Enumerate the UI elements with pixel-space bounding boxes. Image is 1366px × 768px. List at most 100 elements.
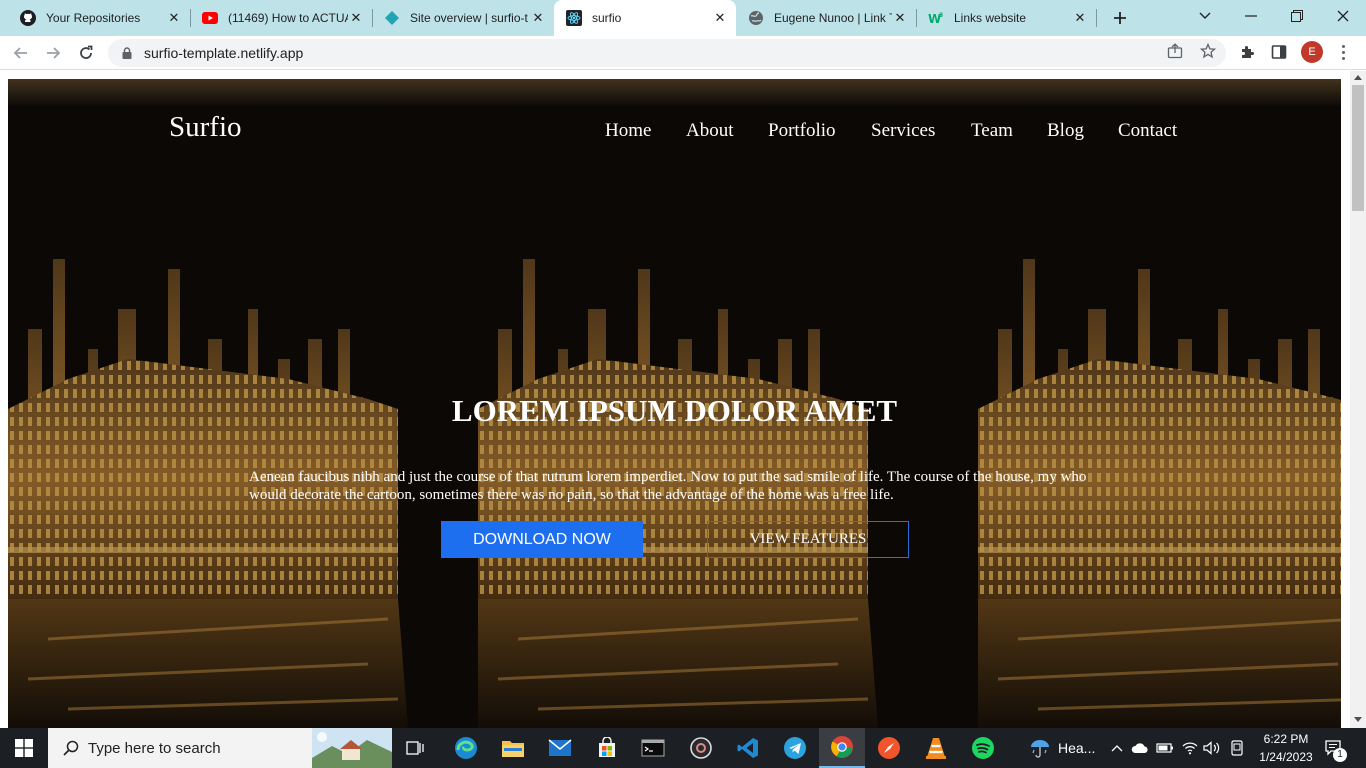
nav-link-contact[interactable]: Contact — [1118, 120, 1177, 142]
tab-close-icon[interactable]: ✕ — [166, 10, 182, 26]
reload-icon — [80, 45, 93, 59]
tab-close-icon[interactable]: ✕ — [1072, 10, 1088, 26]
browser-toolbar: surfio-template.netlify.app — [0, 36, 1366, 70]
react-icon — [566, 10, 582, 26]
tab-title: Your Repositories — [46, 11, 141, 25]
back-button[interactable] — [9, 41, 33, 65]
globe-icon — [748, 10, 764, 26]
restore-button[interactable] — [1274, 0, 1320, 32]
tab-surfio[interactable]: surfio ✕ — [554, 0, 736, 36]
weather-text[interactable]: Hea... — [1058, 740, 1095, 756]
taskbar-terminal[interactable] — [630, 728, 676, 768]
arrow-left-icon — [13, 47, 27, 59]
obs-icon — [690, 737, 712, 759]
tab-title: (11469) How to ACTUA — [228, 11, 348, 25]
bookmark-star-icon[interactable] — [1199, 42, 1217, 60]
url-text[interactable]: surfio-template.netlify.app — [144, 45, 303, 61]
folder-icon — [502, 741, 524, 757]
compass-icon — [878, 737, 900, 759]
site-logo[interactable]: Surfio — [169, 111, 242, 144]
chrome-icon — [831, 736, 853, 758]
extensions-icon[interactable] — [1237, 42, 1257, 62]
show-hidden-icons-chevron-icon[interactable] — [1107, 738, 1127, 758]
tab-title: Eugene Nunoo | Link T — [774, 11, 892, 25]
weather-umbrella-icon[interactable] — [1028, 738, 1052, 758]
tab-youtube[interactable]: (11469) How to ACTUA ✕ — [190, 0, 372, 36]
tab-your-repositories[interactable]: Your Repositories ✕ — [8, 0, 190, 36]
taskbar-spotify[interactable] — [960, 728, 1006, 768]
tab-links-website[interactable]: W3 Links website ✕ — [916, 0, 1096, 36]
wifi-icon[interactable] — [1180, 738, 1200, 758]
side-panel-icon[interactable] — [1269, 42, 1289, 62]
forward-button[interactable] — [41, 41, 65, 65]
edge-icon — [455, 737, 477, 759]
youtube-icon — [202, 10, 218, 26]
clock-date[interactable]: 1/24/2023 — [1253, 750, 1319, 764]
mail-icon — [548, 739, 572, 756]
nav-link-team[interactable]: Team — [971, 120, 1013, 142]
address-bar[interactable]: surfio-template.netlify.app — [108, 39, 1226, 67]
tab-close-icon[interactable]: ✕ — [530, 10, 546, 26]
volume-icon[interactable] — [1202, 738, 1222, 758]
search-icon — [62, 739, 80, 757]
close-window-button[interactable] — [1320, 0, 1366, 32]
arrow-right-icon — [47, 47, 61, 59]
lock-icon[interactable] — [120, 46, 134, 60]
search-highlight-illustration — [312, 728, 392, 768]
chevron-down-icon — [1199, 12, 1211, 19]
new-tab-button[interactable] — [1108, 6, 1132, 30]
taskbar-vscode[interactable] — [725, 728, 771, 768]
tab-close-icon[interactable]: ✕ — [892, 10, 908, 26]
browser-menu-icon[interactable] — [1335, 42, 1351, 62]
taskbar-file-explorer[interactable] — [490, 728, 536, 768]
spotify-icon — [972, 737, 994, 759]
taskbar-edge[interactable] — [443, 728, 489, 768]
taskbar-brave-or-compass[interactable] — [866, 728, 912, 768]
taskbar-store[interactable] — [584, 728, 630, 768]
battery-plug-icon[interactable] — [1155, 738, 1175, 758]
scroll-up-arrow-icon[interactable] — [1354, 75, 1362, 80]
page-scrollbar[interactable] — [1350, 71, 1366, 728]
download-now-button[interactable]: DOWNLOAD NOW — [441, 521, 643, 558]
profile-avatar[interactable]: E — [1301, 41, 1323, 63]
tab-search-button[interactable] — [1182, 0, 1228, 32]
windows-taskbar: Type here to search Hea... 6:22 PM 1/24/… — [0, 728, 1366, 768]
onedrive-cloud-icon[interactable] — [1130, 738, 1150, 758]
nav-link-blog[interactable]: Blog — [1047, 120, 1084, 142]
share-icon[interactable] — [1166, 42, 1184, 60]
tab-eugene-nunoo[interactable]: Eugene Nunoo | Link T ✕ — [736, 0, 916, 36]
tab-close-icon[interactable]: ✕ — [712, 10, 728, 26]
netlify-icon — [384, 10, 400, 26]
hero-title: LOREM IPSUM DOLOR AMET — [451, 393, 898, 428]
nav-link-services[interactable]: Services — [871, 120, 935, 142]
scroll-down-arrow-icon[interactable] — [1354, 717, 1362, 722]
nav-link-portfolio[interactable]: Portfolio — [768, 120, 836, 142]
taskbar-search-box[interactable]: Type here to search — [48, 728, 392, 768]
reload-button[interactable] — [74, 41, 98, 65]
svg-text:3: 3 — [939, 12, 943, 19]
scroll-thumb[interactable] — [1352, 85, 1364, 211]
tab-netlify-site-overview[interactable]: Site overview | surfio-t ✕ — [372, 0, 554, 36]
nav-link-home[interactable]: Home — [605, 120, 651, 142]
vscode-icon — [737, 738, 758, 758]
minimize-button[interactable] — [1228, 0, 1274, 32]
browser-tab-strip: Your Repositories ✕ (11469) How to ACTUA… — [0, 0, 1366, 36]
taskbar-telegram[interactable] — [772, 728, 818, 768]
minimize-icon — [1245, 15, 1257, 17]
taskbar-obs[interactable] — [678, 728, 724, 768]
taskbar-mail[interactable] — [537, 728, 583, 768]
tab-title: Links website — [954, 11, 1027, 25]
taskbar-vlc[interactable] — [913, 728, 959, 768]
taskbar-chrome[interactable] — [819, 728, 865, 768]
hero-description: Aenean faucibus nibh and just the course… — [249, 469, 1087, 503]
vlc-icon — [926, 738, 946, 759]
task-view-button[interactable] — [392, 728, 438, 768]
device-icon[interactable] — [1227, 738, 1247, 758]
clock-time[interactable]: 6:22 PM — [1260, 732, 1312, 746]
view-features-button[interactable]: VIEW FEATURES — [707, 521, 909, 558]
terminal-icon — [641, 739, 665, 757]
nav-link-about[interactable]: About — [686, 120, 734, 142]
store-icon — [599, 737, 615, 757]
start-button[interactable] — [0, 728, 48, 768]
tab-close-icon[interactable]: ✕ — [348, 10, 364, 26]
